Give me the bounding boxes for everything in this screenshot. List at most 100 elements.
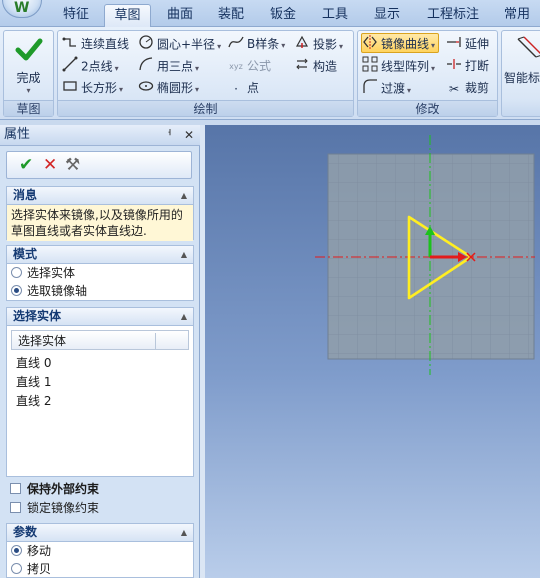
tab-drawing-annotation[interactable]: 工程标注 [419, 4, 487, 27]
checkbox-icon[interactable] [10, 483, 21, 494]
break-button[interactable]: 打断 [446, 56, 489, 76]
collapse-caret-icon[interactable]: ▲ [181, 187, 187, 204]
mode-section-title[interactable]: 模式 ▲ [7, 246, 193, 264]
rectangle-button[interactable]: 长方形 ▾ [62, 78, 123, 98]
fillet-dropdown-icon[interactable]: ▾ [407, 86, 411, 95]
param-option-copy[interactable]: 拷贝 [7, 560, 193, 578]
tab-display[interactable]: 显示 [363, 4, 411, 27]
circle-center-radius-button[interactable]: 圆心+半径 ▾ [138, 34, 221, 54]
point-button[interactable]: · 点 [228, 78, 259, 98]
tab-assembly[interactable]: 装配 [207, 4, 255, 27]
mirror-icon [362, 34, 378, 55]
collapse-caret-icon[interactable]: ▲ [181, 246, 187, 263]
cancel-icon[interactable]: ✕ [43, 155, 57, 175]
entity-section: 选择实体 ▲ 选择实体 直线 0 直线 1 直线 2 [6, 307, 194, 477]
bspline-button[interactable]: B样条 ▾ [228, 34, 285, 54]
point-icon: · [234, 81, 238, 96]
tab-sketch[interactable]: 草图 [104, 4, 151, 27]
arc-dropdown-icon[interactable]: ▾ [195, 64, 199, 73]
ellipse-dropdown-icon[interactable]: ▾ [195, 85, 199, 94]
app-logo-icon: W [14, 0, 30, 16]
collapse-caret-icon[interactable]: ▲ [181, 524, 187, 541]
apply-hammer-icon[interactable]: ⚒ [65, 155, 80, 175]
radio-icon[interactable] [11, 563, 22, 574]
finish-sketch-button[interactable]: 完成 ▾ [6, 35, 51, 95]
polyline-button[interactable]: 连续直线 [62, 34, 129, 54]
group-modify: 镜像曲线 ▾ 延伸 线型阵列 ▾ 打断 过渡 ▾ ✂ 裁剪 修改 [357, 30, 498, 117]
spline-icon [228, 35, 244, 55]
collapse-caret-icon[interactable]: ▲ [181, 308, 187, 325]
tab-feature[interactable]: 特征 [52, 4, 100, 27]
param-option-move[interactable]: 移动 [7, 542, 193, 560]
ellipse-icon [138, 79, 154, 99]
trim-button[interactable]: ✂ 裁剪 [446, 78, 489, 98]
message-section: 消息 ▲ 选择实体来镜像,以及镜像所用的草图直线或者实体直线边. [6, 186, 194, 241]
project-button[interactable]: 投影 ▾ [294, 34, 343, 54]
list-item[interactable]: 直线 0 [7, 354, 193, 373]
message-section-title[interactable]: 消息 ▲ [7, 187, 193, 205]
line-dropdown-icon[interactable]: ▾ [115, 64, 119, 73]
circle-dropdown-icon[interactable]: ▾ [217, 42, 221, 51]
keep-external-constraint-checkbox[interactable]: 保持外部约束 [10, 480, 99, 498]
params-section-title[interactable]: 参数 ▲ [7, 524, 193, 542]
group-modify-label: 修改 [358, 100, 497, 116]
group-dimension: 智能标 [501, 30, 540, 117]
checkbox-icon[interactable] [10, 502, 21, 513]
pattern-dropdown-icon[interactable]: ▾ [431, 64, 435, 73]
radio-icon[interactable] [11, 267, 22, 278]
smart-dimension-label: 智能标 [504, 71, 540, 85]
list-item[interactable]: 直线 2 [7, 392, 193, 411]
tab-sheetmetal[interactable]: 钣金 [259, 4, 307, 27]
entity-list-header: 选择实体 [11, 330, 189, 350]
mode-option-select-entity[interactable]: 选择实体 [7, 264, 193, 282]
spline-dropdown-icon[interactable]: ▾ [281, 41, 285, 50]
dimension-icon [517, 36, 540, 58]
app-menu-button[interactable]: W [2, 0, 42, 18]
finish-label: 完成 [16, 71, 41, 85]
radio-selected-icon[interactable] [11, 545, 22, 556]
formula-curve-button[interactable]: xyz 公式 [228, 56, 271, 76]
extend-icon [446, 35, 462, 55]
sketch-viewport[interactable] [205, 125, 540, 578]
close-icon[interactable]: ✕ [184, 128, 194, 142]
group-sketch: 完成 ▾ 草图 [3, 30, 54, 117]
tab-common[interactable]: 常用 [494, 4, 540, 27]
smart-dimension-button[interactable]: 智能标 [504, 35, 540, 95]
pattern-icon [362, 56, 378, 78]
ok-icon[interactable]: ✔ [19, 155, 33, 175]
finish-dropdown-caret-icon: ▾ [26, 86, 31, 95]
arc-icon [138, 56, 154, 78]
mirror-curve-button[interactable]: 镜像曲线 ▾ [361, 33, 440, 55]
lock-mirror-constraint-checkbox[interactable]: 锁定镜像约束 [10, 499, 99, 517]
property-panel-header: 属性 ᅥ ✕ [0, 125, 200, 146]
formula-icon: xyz [229, 61, 243, 71]
ellipse-button[interactable]: 椭圆形 ▾ [138, 78, 199, 98]
entity-section-title[interactable]: 选择实体 ▲ [7, 308, 193, 326]
mirror-dropdown-icon[interactable]: ▾ [431, 41, 435, 50]
group-sketch-label: 草图 [4, 100, 53, 116]
tab-surface[interactable]: 曲面 [156, 4, 204, 27]
rectangle-dropdown-icon[interactable]: ▾ [119, 85, 123, 94]
message-text: 选择实体来镜像,以及镜像所用的草图直线或者实体直线边. [7, 205, 193, 241]
fillet-icon [362, 78, 378, 100]
project-dropdown-icon[interactable]: ▾ [339, 42, 343, 51]
circle-icon [138, 34, 154, 56]
linear-pattern-button[interactable]: 线型阵列 ▾ [362, 56, 435, 76]
list-item[interactable]: 直线 1 [7, 373, 193, 392]
tab-tools[interactable]: 工具 [311, 4, 359, 27]
extend-button[interactable]: 延伸 [446, 34, 489, 54]
two-point-line-button[interactable]: 2点线 ▾ [62, 56, 119, 76]
construct-button[interactable]: 构造 [294, 56, 337, 76]
mode-section: 模式 ▲ 选择实体 选取镜像轴 [6, 245, 194, 301]
polyline-icon [62, 35, 78, 55]
checkmark-icon [15, 38, 42, 61]
pin-icon[interactable]: ᅥ [161, 128, 172, 142]
group-draw: 连续直线 圆心+半径 ▾ B样条 ▾ 投影 ▾ 2点线 ▾ 用三点 ▾ xyz … [57, 30, 354, 117]
three-point-arc-button[interactable]: 用三点 ▾ [138, 56, 199, 76]
sketch-canvas[interactable] [205, 125, 540, 578]
mode-option-pick-axis[interactable]: 选取镜像轴 [7, 282, 193, 300]
radio-selected-icon[interactable] [11, 285, 22, 296]
fillet-button[interactable]: 过渡 ▾ [362, 78, 411, 98]
line-icon [62, 56, 78, 78]
property-panel: 属性 ᅥ ✕ ✔ ✕ ⚒ 消息 ▲ 选择实体来镜像,以及镜像所用的草图直线或者实体… [0, 125, 200, 578]
